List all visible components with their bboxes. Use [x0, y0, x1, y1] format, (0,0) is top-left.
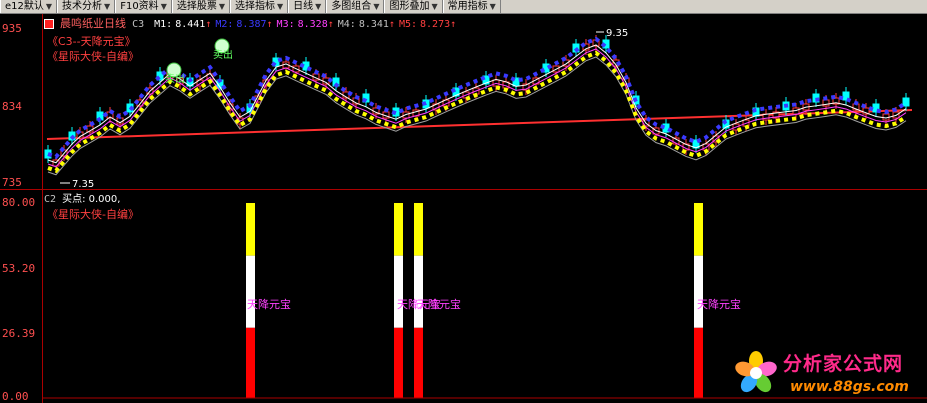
indicator-bar-middle	[694, 255, 703, 328]
indicator-bar-top	[694, 203, 703, 256]
indicator-label: 天降元宝	[697, 297, 741, 311]
indicator-bar-middle	[246, 255, 255, 328]
indicator-bar-bottom	[694, 327, 703, 398]
indicator-label: 天降元宝	[417, 297, 461, 311]
indicator-bar-bottom	[246, 327, 255, 398]
watermark-url: www.88gs.com	[790, 379, 909, 395]
indicator-bar-top	[246, 203, 255, 256]
watermark: 分析家公式网 www.88gs.com	[728, 343, 927, 403]
watermark-title: 分析家公式网	[783, 353, 904, 375]
indicator-bar-middle	[414, 255, 423, 328]
indicator-bar-bottom	[414, 327, 423, 398]
flower-logo-icon	[735, 351, 777, 393]
indicator-bar-middle	[394, 255, 403, 328]
indicator-bar-bottom	[394, 327, 403, 398]
indicator-label: 天降元宝	[247, 297, 291, 311]
indicator-bar-top	[414, 203, 423, 256]
indicator-bar-top	[394, 203, 403, 256]
